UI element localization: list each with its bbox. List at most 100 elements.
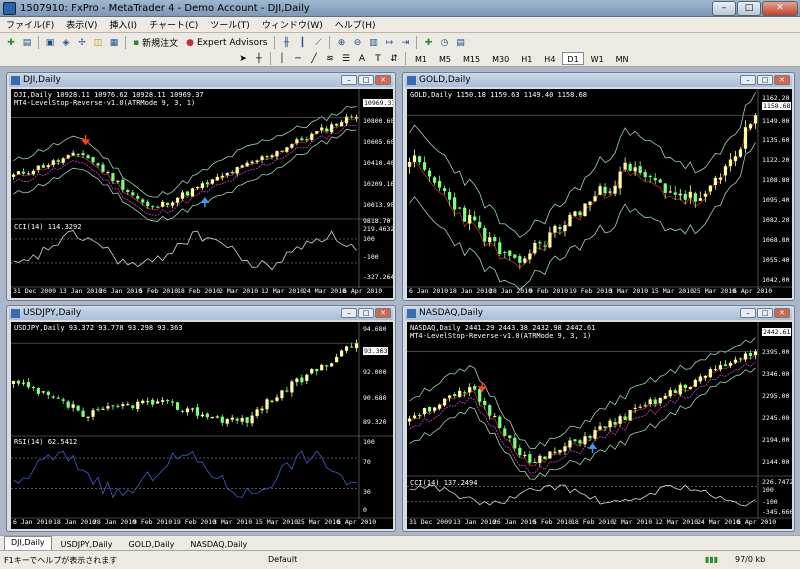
chart-titlebar[interactable]: DJI,Daily – □ ✕: [9, 74, 393, 87]
chart-window-gold[interactable]: GOLD,Daily – □ ✕ GOLD,Daily 1150.18 1159.6…: [402, 72, 795, 301]
bar-chart-icon[interactable]: ╫: [279, 36, 293, 50]
candle-body: [76, 405, 80, 411]
close-button[interactable]: ✕: [375, 75, 391, 85]
candle-body: [141, 400, 145, 404]
data-window-icon[interactable]: ◈: [59, 36, 73, 50]
tab-gold[interactable]: GOLD,Daily: [121, 538, 181, 550]
date-label: 25 Mar 2010: [693, 287, 737, 295]
minimize-button[interactable]: –: [341, 308, 357, 318]
timeframe-m1[interactable]: M1: [410, 52, 432, 65]
fibonacci-icon[interactable]: ☰: [339, 52, 353, 66]
maximize-button[interactable]: □: [737, 1, 761, 16]
new-chart-icon[interactable]: ✚: [4, 36, 18, 50]
strategy-tester-icon[interactable]: ▦: [107, 36, 121, 50]
tab-nasdaq[interactable]: NASDAQ,Daily: [183, 538, 254, 550]
close-button[interactable]: ✕: [774, 75, 790, 85]
price-axis-label: 10209.16: [363, 180, 393, 188]
navigator-icon[interactable]: ✢: [75, 36, 89, 50]
candle-body: [121, 179, 125, 190]
tab-dji[interactable]: DJI,Daily: [4, 536, 52, 550]
chart-titlebar[interactable]: GOLD,Daily – □ ✕: [405, 74, 792, 87]
chart-canvas[interactable]: USDJPY,Daily 93.372 93.778 93.298 93.363…: [11, 322, 393, 529]
minimize-button[interactable]: –: [740, 75, 756, 85]
tile-windows-icon[interactable]: ▥: [366, 36, 380, 50]
timeframe-m15[interactable]: M15: [458, 52, 485, 65]
timeframe-w1[interactable]: W1: [586, 52, 609, 65]
label-icon[interactable]: T: [371, 52, 385, 66]
timeframe-h1[interactable]: H1: [516, 52, 537, 65]
channel-icon[interactable]: ≋: [323, 52, 337, 66]
text-icon[interactable]: A: [355, 52, 369, 66]
menu-file[interactable]: ファイル(F): [6, 18, 54, 31]
minimize-button[interactable]: –: [740, 308, 756, 318]
maximize-button[interactable]: □: [358, 308, 374, 318]
vertical-line-icon[interactable]: │: [275, 52, 289, 66]
ohlc-label: DJI,Daily 10928.11 10976.62 10928.11 109…: [14, 91, 204, 99]
chart-canvas[interactable]: DJI,Daily 10928.11 10976.62 10928.11 109…: [11, 89, 393, 298]
close-button[interactable]: ✕: [774, 308, 790, 318]
status-profile: Default: [268, 555, 298, 564]
cursor-icon[interactable]: ➤: [236, 52, 250, 66]
menu-view[interactable]: 表示(V): [66, 18, 97, 31]
chart-shift-icon[interactable]: ⇥: [398, 36, 412, 50]
profiles-icon[interactable]: ▤: [20, 36, 34, 50]
tab-usdjpy[interactable]: USDJPY,Daily: [54, 538, 120, 550]
terminal-icon[interactable]: ◫: [91, 36, 105, 50]
expert-advisors-button[interactable]: ● Expert Advisors: [183, 36, 270, 50]
zoom-in-icon[interactable]: ⊕: [334, 36, 348, 50]
arrows-icon[interactable]: ⇵: [387, 52, 401, 66]
chart-window-dji[interactable]: DJI,Daily – □ ✕ DJI,Daily 10928.11 10976.6…: [6, 72, 396, 301]
menu-window[interactable]: ウィンドウ(W): [262, 18, 323, 31]
chart-titlebar[interactable]: USDJPY,Daily – □ ✕: [9, 307, 393, 320]
candle-body: [713, 369, 717, 371]
candle-body: [753, 115, 758, 124]
chart-window-nasdaq[interactable]: NASDAQ,Daily – □ ✕ NASDAQ,Daily 2441.29 24…: [402, 305, 795, 532]
chart-titlebar[interactable]: NASDAQ,Daily – □ ✕: [405, 307, 792, 320]
templates-icon[interactable]: ▤: [453, 36, 467, 50]
maximize-button[interactable]: □: [358, 75, 374, 85]
horizontal-line-icon[interactable]: ─: [291, 52, 305, 66]
trendline-icon[interactable]: ╱: [307, 52, 321, 66]
candle-body: [673, 192, 677, 195]
menu-charts[interactable]: チャート(C): [149, 18, 198, 31]
timeframe-mn[interactable]: MN: [611, 52, 634, 65]
chart-canvas[interactable]: GOLD,Daily 1150.18 1159.63 1149.40 1158.…: [407, 89, 792, 298]
chart-canvas[interactable]: NASDAQ,Daily 2441.29 2443.38 2432.98 244…: [407, 322, 792, 529]
menu-tools[interactable]: ツール(T): [210, 18, 250, 31]
candle-body: [36, 165, 40, 170]
date-label: 6 Apr 2010: [737, 518, 777, 526]
auto-scroll-icon[interactable]: ↦: [382, 36, 396, 50]
line-chart-icon[interactable]: ⟋: [311, 36, 325, 50]
candle-body: [275, 151, 279, 157]
candle-body: [693, 193, 697, 202]
date-label: 25 Mar 2010: [297, 518, 341, 526]
candle-body: [658, 397, 662, 404]
candle-body: [708, 185, 712, 192]
maximize-button[interactable]: □: [757, 308, 773, 318]
candle-body: [335, 356, 339, 363]
market-watch-icon[interactable]: ▣: [43, 36, 57, 50]
chart-window-usdjpy[interactable]: USDJPY,Daily – □ ✕ USDJPY,Daily 93.372 93.…: [6, 305, 396, 532]
minimize-button[interactable]: –: [712, 1, 736, 16]
candle-body: [738, 358, 743, 360]
minimize-button[interactable]: –: [341, 75, 357, 85]
timeframe-m30[interactable]: M30: [487, 52, 514, 65]
timeframe-m5[interactable]: M5: [434, 52, 456, 65]
new-order-button[interactable]: ▪ 新規注文: [130, 36, 181, 50]
crosshair-icon[interactable]: ┼: [252, 52, 266, 66]
menu-insert[interactable]: 挿入(I): [109, 18, 137, 31]
chart-icon: [407, 309, 416, 318]
zoom-out-icon[interactable]: ⊖: [350, 36, 364, 50]
periodicity-icon[interactable]: ◷: [437, 36, 451, 50]
metatrader-app-icon: [3, 2, 16, 15]
timeframe-d1[interactable]: D1: [562, 52, 584, 65]
menu-help[interactable]: ヘルプ(H): [335, 18, 376, 31]
timeframe-h4[interactable]: H4: [539, 52, 560, 65]
close-button[interactable]: ✕: [375, 308, 391, 318]
price-axis-label: 89.320: [363, 418, 387, 426]
indicators-icon[interactable]: ✚: [421, 36, 435, 50]
close-button[interactable]: ✕: [762, 1, 798, 16]
maximize-button[interactable]: □: [757, 75, 773, 85]
candle-body: [56, 397, 60, 399]
candlestick-icon[interactable]: ┃: [295, 36, 309, 50]
